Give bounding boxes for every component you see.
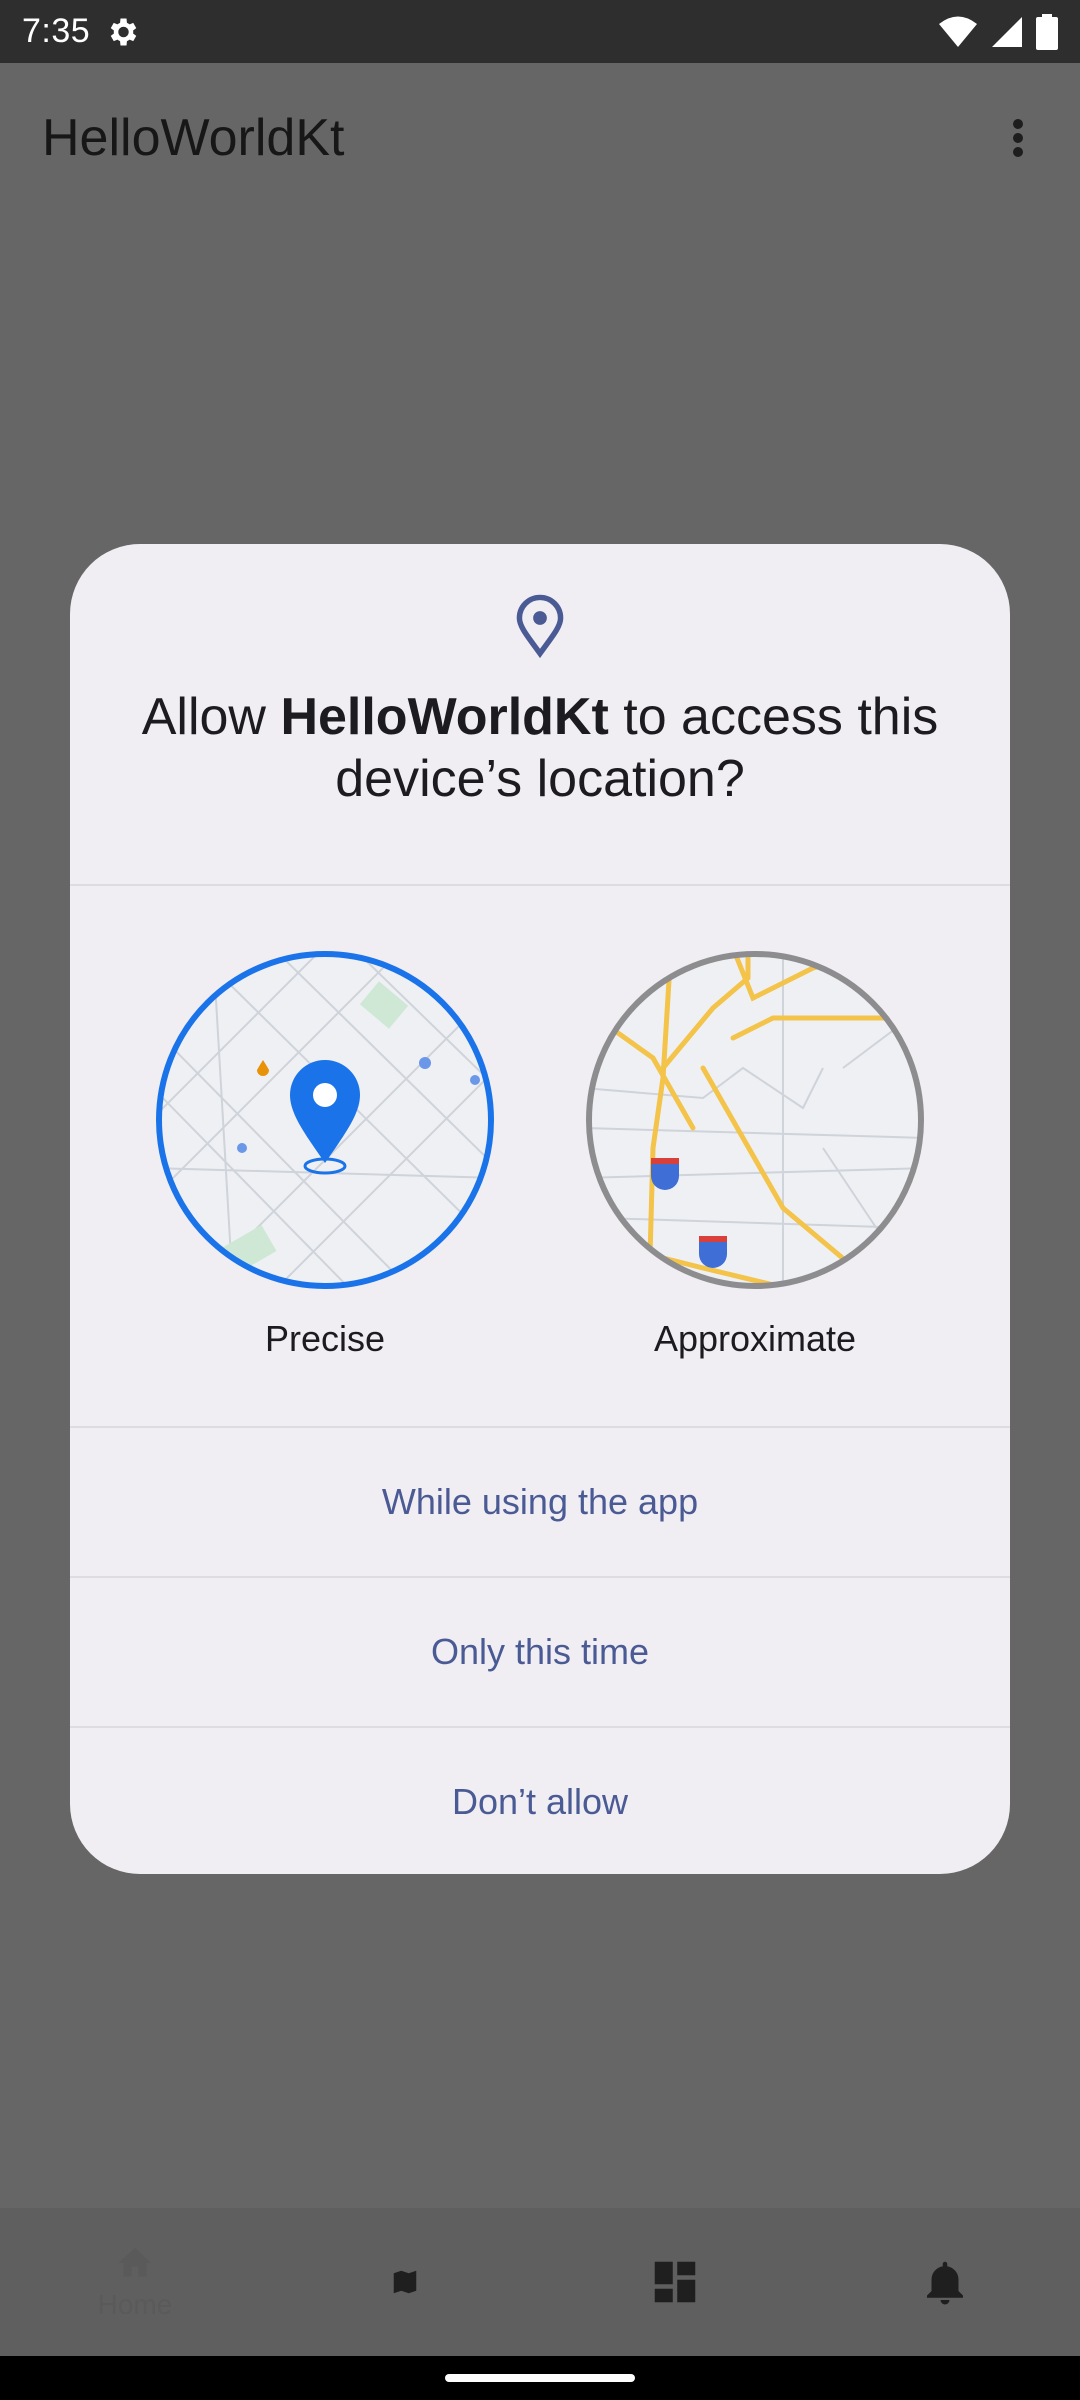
status-icons <box>938 13 1058 50</box>
status-time: 7:35 <box>22 12 91 50</box>
location-pin-icon <box>516 594 564 658</box>
dashboard-icon <box>654 2261 696 2303</box>
nav-item-map[interactable] <box>315 2222 495 2342</box>
while-using-app-button[interactable]: While using the app <box>70 1428 1010 1576</box>
title-prefix: Allow <box>141 688 281 746</box>
accuracy-options: Precise Approximate <box>70 886 1010 1426</box>
precise-option[interactable]: Precise <box>145 886 505 1426</box>
cell-signal-icon <box>992 16 1022 47</box>
home-gesture-handle[interactable] <box>445 2374 635 2382</box>
dialog-title: Allow HelloWorldKt to access this device… <box>130 686 950 810</box>
map-icon <box>393 2270 417 2294</box>
nav-item-home[interactable]: Home <box>45 2222 225 2342</box>
app-title: HelloWorldKt <box>42 109 345 167</box>
settings-gear-icon <box>110 18 137 45</box>
dont-allow-button[interactable]: Don’t allow <box>70 1728 1010 1874</box>
nav-item-notifications[interactable] <box>855 2222 1035 2342</box>
location-permission-dialog: Allow HelloWorldKt to access this device… <box>70 544 1010 1874</box>
home-icon <box>118 2248 152 2277</box>
nav-item-dashboard[interactable] <box>585 2222 765 2342</box>
approximate-label: Approximate <box>653 1318 857 1359</box>
precise-label: Precise <box>264 1318 386 1359</box>
approximate-map-icon <box>586 951 924 1289</box>
bottom-navigation: Home <box>0 2208 1080 2356</box>
nav-label-home: Home <box>97 2289 173 2320</box>
only-this-time-button[interactable]: Only this time <box>70 1578 1010 1726</box>
app-bar: HelloWorldKt <box>0 63 1080 213</box>
status-bar: 7:35 <box>0 0 1080 63</box>
dialog-header: Allow HelloWorldKt to access this device… <box>70 544 1010 884</box>
precise-map-icon <box>156 951 494 1289</box>
bell-icon <box>927 2261 963 2305</box>
wifi-icon <box>939 16 977 47</box>
approximate-option[interactable]: Approximate <box>575 886 935 1426</box>
gesture-navigation-bar <box>0 2356 1080 2400</box>
more-options-icon[interactable] <box>998 108 1038 168</box>
title-app-name: HelloWorldKt <box>280 688 609 746</box>
battery-icon <box>1036 13 1058 50</box>
